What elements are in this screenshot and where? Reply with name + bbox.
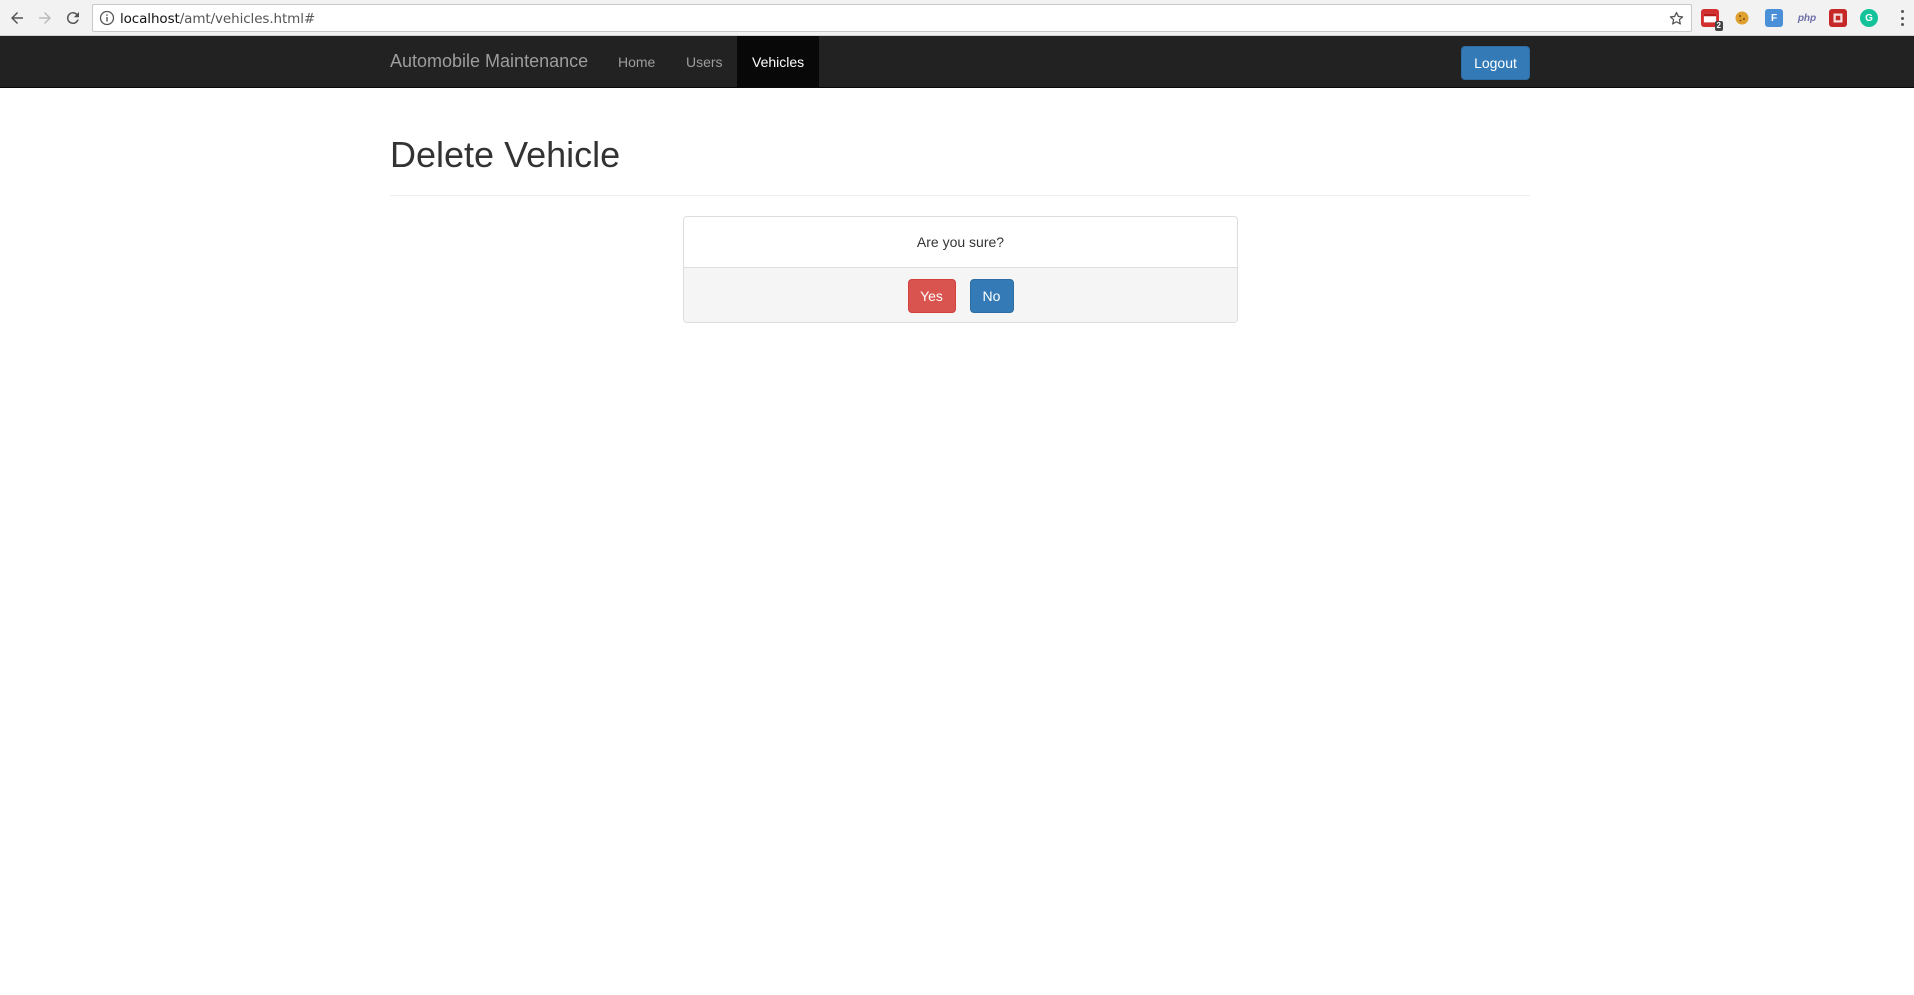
- grammarly-ext-icon[interactable]: G: [1860, 9, 1878, 27]
- url-host: localhost: [120, 11, 180, 27]
- browser-toolbar: localhost/amt/vehicles.html# 2 F php G: [0, 0, 1914, 36]
- confirm-message: Are you sure?: [916, 234, 1005, 250]
- address-bar[interactable]: localhost/amt/vehicles.html#: [92, 4, 1692, 32]
- brand-link[interactable]: Automobile Maintenance: [390, 51, 588, 72]
- nav-home[interactable]: Home: [603, 36, 670, 88]
- nav-vehicles[interactable]: Vehicles: [737, 36, 820, 88]
- bookmark-star-icon[interactable]: [1668, 10, 1685, 27]
- url-text[interactable]: localhost/amt/vehicles.html#: [120, 11, 315, 27]
- header-divider: [390, 195, 1530, 196]
- f-ext-icon[interactable]: F: [1765, 9, 1783, 27]
- browser-menu-icon[interactable]: [1896, 8, 1908, 28]
- confirm-footer: Yes No: [684, 267, 1237, 322]
- forward-icon[interactable]: [33, 6, 57, 30]
- info-icon[interactable]: [99, 10, 115, 26]
- back-icon[interactable]: [5, 6, 29, 30]
- yes-button[interactable]: Yes: [907, 279, 956, 313]
- ext-badge: 2: [1714, 21, 1723, 31]
- red-square-ext-icon[interactable]: [1829, 9, 1847, 27]
- nav-users[interactable]: Users: [671, 36, 738, 88]
- grammarly-ext-label: G: [1865, 12, 1873, 24]
- mail-ext-icon[interactable]: 2: [1701, 9, 1723, 31]
- php-ext-icon[interactable]: php: [1795, 9, 1819, 27]
- page-title: Delete Vehicle: [390, 134, 621, 175]
- reload-icon[interactable]: [61, 6, 85, 30]
- cookie-ext-icon[interactable]: [1733, 9, 1751, 27]
- f-ext-label: F: [1770, 12, 1778, 24]
- php-ext-label: php: [1797, 12, 1817, 24]
- app-navbar: Automobile Maintenance Home Users Vehicl…: [0, 36, 1914, 88]
- logout-button[interactable]: Logout: [1461, 46, 1530, 80]
- url-path: /amt/vehicles.html#: [179, 11, 316, 27]
- confirm-panel: Are you sure? Yes No: [683, 216, 1238, 323]
- no-button[interactable]: No: [969, 279, 1014, 313]
